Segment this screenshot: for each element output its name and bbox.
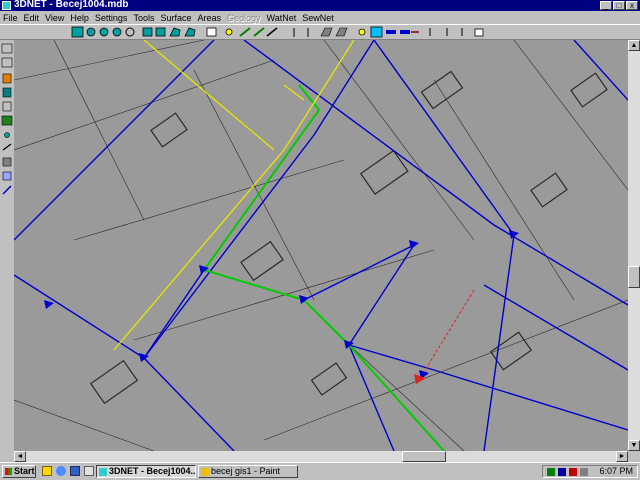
network-tool-icon[interactable] — [2, 185, 12, 195]
profile-icon[interactable] — [335, 27, 348, 37]
scroll-right-button[interactable]: ► — [616, 451, 628, 462]
scrollbar-corner — [628, 451, 640, 462]
main-toolbar — [0, 24, 640, 40]
edit-polygon-icon[interactable] — [184, 27, 196, 37]
vertical-scroll-thumb[interactable] — [628, 266, 640, 288]
start-label: Start — [14, 466, 35, 476]
layer-color-icon[interactable] — [2, 73, 12, 84]
map-background — [14, 40, 628, 451]
link-icon[interactable] — [253, 27, 265, 37]
menu-surface[interactable]: Surface — [157, 12, 194, 24]
horizontal-scrollbar[interactable]: ◄ ► — [14, 451, 628, 462]
quick-launch-outlook-icon[interactable] — [84, 466, 94, 476]
quick-launch-ie-icon[interactable] — [56, 466, 66, 476]
pipe-icon[interactable] — [239, 27, 251, 37]
left-tool-strip — [0, 40, 15, 452]
node-yellow-icon[interactable] — [358, 28, 366, 36]
task-3dnet[interactable]: 3DNET - Becej1004.... — [96, 465, 196, 478]
pump-icon[interactable] — [400, 30, 410, 34]
window-title: 3DNET - Becej1004.mdb — [14, 0, 129, 10]
pan-icon[interactable] — [125, 27, 135, 37]
paint-task-icon — [201, 468, 209, 476]
line-tool-icon[interactable] — [2, 143, 12, 151]
menu-geology: Geology — [227, 12, 261, 23]
layers-icon[interactable] — [155, 27, 166, 37]
tray-antivirus-icon[interactable] — [569, 468, 577, 476]
tray-volume-icon[interactable] — [580, 468, 588, 476]
zoom-window-icon[interactable] — [112, 27, 122, 37]
quick-launch-explorer-icon[interactable] — [42, 466, 52, 476]
menu-help[interactable]: Help — [67, 12, 92, 24]
area-icon[interactable] — [320, 27, 333, 37]
select-icon[interactable] — [71, 26, 84, 38]
windows-logo-icon — [5, 468, 12, 475]
taskbar: Start 3DNET - Becej1004.... becej gis1 -… — [0, 462, 640, 480]
valve-icon[interactable] — [386, 30, 396, 34]
tray-network-icon[interactable] — [547, 468, 555, 476]
mosaic-icon[interactable] — [2, 87, 12, 98]
menu-settings[interactable]: Settings — [92, 12, 131, 24]
task-paint-label: becej gis1 - Paint — [211, 466, 281, 476]
node-icon[interactable] — [225, 28, 233, 36]
copy-icon[interactable] — [206, 27, 217, 37]
coordinates-icon[interactable] — [1, 43, 13, 54]
menu-view[interactable]: View — [42, 12, 67, 24]
grid-icon[interactable] — [1, 57, 13, 68]
quick-launch-desktop-icon[interactable] — [70, 466, 80, 476]
start-button[interactable]: Start — [2, 465, 36, 478]
app-icon[interactable] — [2, 1, 11, 10]
menu-file[interactable]: File — [0, 12, 21, 24]
horizontal-scroll-thumb[interactable] — [402, 451, 446, 462]
vertical-scrollbar[interactable]: ▲ ▼ — [628, 40, 640, 451]
hatch-tool-icon[interactable] — [2, 157, 12, 167]
title-bar: 3DNET - Becej1004.mdb _ □ x — [0, 0, 640, 11]
menu-areas[interactable]: Areas — [194, 12, 224, 24]
menu-watnet[interactable]: WatNet — [264, 12, 300, 24]
zoom-out-icon[interactable] — [99, 27, 109, 37]
menu-sewnet[interactable]: SewNet — [299, 12, 337, 24]
map-view[interactable] — [14, 40, 628, 451]
minimize-button[interactable]: _ — [600, 1, 612, 10]
menu-bar: File Edit View Help Settings Tools Surfa… — [0, 11, 640, 24]
refresh-icon[interactable] — [142, 27, 153, 37]
map-icon[interactable] — [2, 101, 12, 112]
menu-edit[interactable]: Edit — [21, 12, 43, 24]
scroll-up-button[interactable]: ▲ — [628, 40, 640, 51]
tray-monitor-icon[interactable] — [558, 468, 566, 476]
raster-icon[interactable] — [1, 115, 13, 126]
zoom-in-icon[interactable] — [86, 27, 96, 37]
polygon-icon[interactable] — [169, 27, 181, 37]
maximize-button[interactable]: □ — [613, 1, 625, 10]
task-paint[interactable]: becej gis1 - Paint — [198, 465, 298, 478]
menu-tools[interactable]: Tools — [130, 12, 157, 24]
measure-icon[interactable] — [266, 27, 278, 37]
pipe-select-icon[interactable] — [370, 26, 383, 38]
contour-tool-icon[interactable] — [2, 171, 12, 181]
system-tray: 6:07 PM — [542, 465, 638, 478]
scroll-down-button[interactable]: ▼ — [628, 440, 640, 451]
scroll-left-button[interactable]: ◄ — [14, 451, 26, 462]
point-tool-icon[interactable] — [4, 132, 10, 138]
task-3dnet-label: 3DNET - Becej1004.... — [109, 466, 196, 476]
print-icon[interactable] — [474, 28, 484, 37]
3dnet-task-icon — [99, 468, 107, 476]
taskbar-clock[interactable]: 6:07 PM — [599, 466, 633, 477]
close-button[interactable]: x — [626, 1, 638, 10]
